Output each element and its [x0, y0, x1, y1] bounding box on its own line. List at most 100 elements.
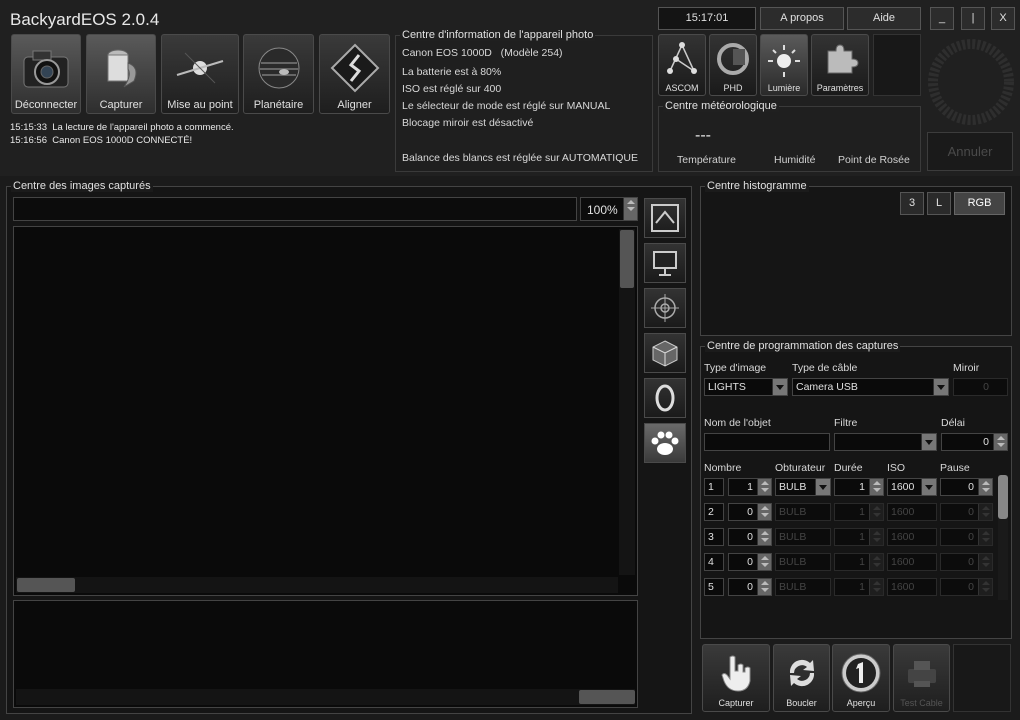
image-vscroll-track[interactable] [619, 229, 635, 575]
duration-spinner[interactable] [869, 479, 883, 495]
shutter-select[interactable]: BULB [775, 503, 831, 521]
image-hscroll-track[interactable] [16, 577, 618, 593]
about-button[interactable]: A propos [760, 7, 844, 30]
loop-button[interactable]: Boucler [773, 644, 830, 712]
iso-select[interactable]: 1600 [887, 528, 937, 546]
pause-field[interactable]: 0 [940, 578, 993, 596]
phd-button[interactable]: PHD [709, 34, 757, 96]
zoom-spinner[interactable] [623, 198, 637, 220]
count-spinner[interactable] [757, 479, 771, 495]
count-field[interactable]: 0 [728, 503, 772, 521]
preview-button[interactable]: Aperçu [832, 644, 890, 712]
zoom-field[interactable]: 100% [580, 197, 638, 221]
slideshow-button[interactable] [644, 243, 686, 283]
plan-scroll-thumb[interactable] [998, 475, 1008, 519]
help-button[interactable]: Aide [847, 7, 921, 30]
crosshair-button[interactable] [644, 288, 686, 328]
pause-spinner[interactable] [978, 529, 992, 545]
focus-button[interactable]: Mise au point [161, 34, 239, 114]
histogram-title: Centre histogramme [705, 180, 809, 192]
capture-action-label: Capturer [718, 698, 754, 708]
shutter-select[interactable]: BULB [775, 478, 831, 496]
count-field[interactable]: 1 [728, 478, 772, 496]
ring-button[interactable] [644, 378, 686, 418]
shutter-select[interactable]: BULB [775, 528, 831, 546]
count-spinner[interactable] [757, 529, 771, 545]
capture-action-button[interactable]: Capturer [702, 644, 770, 712]
minimize-button[interactable]: _ [930, 7, 954, 30]
duration-spinner[interactable] [869, 529, 883, 545]
cancel-button[interactable]: Annuler [927, 132, 1013, 171]
object-name-input[interactable] [704, 433, 830, 451]
weather-title: Centre météorologique [663, 100, 779, 112]
iso-select[interactable]: 1600 [887, 478, 937, 496]
iso-select[interactable]: 1600 [887, 553, 937, 571]
log-time: 15:16:56 [10, 135, 47, 146]
settings-button[interactable]: Paramètres [811, 34, 869, 96]
histogram-mode-rgb-button[interactable]: RGB [954, 192, 1005, 215]
histogram-mode-3-button[interactable]: 3 [900, 192, 924, 215]
thumbnail-strip[interactable] [13, 600, 638, 708]
frame-up-button[interactable] [644, 198, 686, 238]
mirror-field[interactable]: 0 [953, 378, 1008, 396]
thumbnail-hscroll-thumb[interactable] [579, 690, 635, 704]
align-button[interactable]: Aligner [319, 34, 390, 114]
chevron-down-icon [815, 479, 830, 495]
pause-spinner[interactable] [978, 579, 992, 595]
plan-scroll-track[interactable] [998, 475, 1008, 600]
delay-spinner[interactable] [993, 434, 1007, 450]
count-field[interactable]: 0 [728, 578, 772, 596]
duration-value: 1 [859, 506, 865, 518]
delay-value: 0 [983, 436, 989, 448]
thumbnail-hscroll-track[interactable] [16, 689, 635, 705]
count-field[interactable]: 0 [728, 528, 772, 546]
iso-value: 1600 [891, 481, 915, 493]
light-button[interactable]: Lumière [760, 34, 808, 96]
pause-spinner[interactable] [978, 504, 992, 520]
shutter-select[interactable]: BULB [775, 578, 831, 596]
pause-spinner[interactable] [978, 554, 992, 570]
image-path-field[interactable] [13, 197, 577, 221]
phd-guide-icon [717, 43, 749, 75]
pause-field[interactable]: 0 [940, 478, 993, 496]
image-viewer[interactable] [13, 226, 638, 596]
duration-spinner[interactable] [869, 579, 883, 595]
capture-tool-button[interactable]: Capturer [86, 34, 156, 114]
duration-field[interactable]: 1 [834, 528, 884, 546]
disconnect-button[interactable]: Déconnecter [11, 34, 81, 114]
cube-button[interactable] [644, 333, 686, 373]
iso-select[interactable]: 1600 [887, 503, 937, 521]
duration-field[interactable]: 1 [834, 478, 884, 496]
pause-field[interactable]: 0 [940, 553, 993, 571]
image-type-select[interactable]: LIGHTS [704, 378, 788, 396]
count-spinner[interactable] [757, 579, 771, 595]
iso-value: 1600 [891, 581, 915, 593]
delay-field[interactable]: 0 [941, 433, 1008, 451]
ascom-button[interactable]: ASCOM [658, 34, 706, 96]
image-vscroll-thumb[interactable] [620, 230, 634, 288]
filter-select[interactable] [834, 433, 937, 451]
cable-type-select[interactable]: Camera USB [792, 378, 949, 396]
duration-spinner[interactable] [869, 504, 883, 520]
image-hscroll-thumb[interactable] [17, 578, 75, 592]
test-cable-button[interactable]: Test Cable [893, 644, 950, 712]
top-bar: BackyardEOS 2.0.4 Déconnecter Capturer M… [0, 0, 1020, 176]
planetary-button[interactable]: Planétaire [243, 34, 314, 114]
close-button[interactable]: X [991, 7, 1015, 30]
iso-select[interactable]: 1600 [887, 578, 937, 596]
count-spinner[interactable] [757, 504, 771, 520]
white-balance-line: Balance des blancs est réglée sur AUTOMA… [402, 152, 638, 164]
restore-button[interactable]: | [961, 7, 985, 30]
pause-spinner[interactable] [978, 479, 992, 495]
duration-spinner[interactable] [869, 554, 883, 570]
duration-field[interactable]: 1 [834, 553, 884, 571]
count-spinner[interactable] [757, 554, 771, 570]
count-field[interactable]: 0 [728, 553, 772, 571]
shutter-select[interactable]: BULB [775, 553, 831, 571]
duration-field[interactable]: 1 [834, 578, 884, 596]
histogram-mode-l-button[interactable]: L [927, 192, 951, 215]
duration-field[interactable]: 1 [834, 503, 884, 521]
paw-button[interactable] [644, 423, 686, 463]
pause-field[interactable]: 0 [940, 503, 993, 521]
pause-field[interactable]: 0 [940, 528, 993, 546]
